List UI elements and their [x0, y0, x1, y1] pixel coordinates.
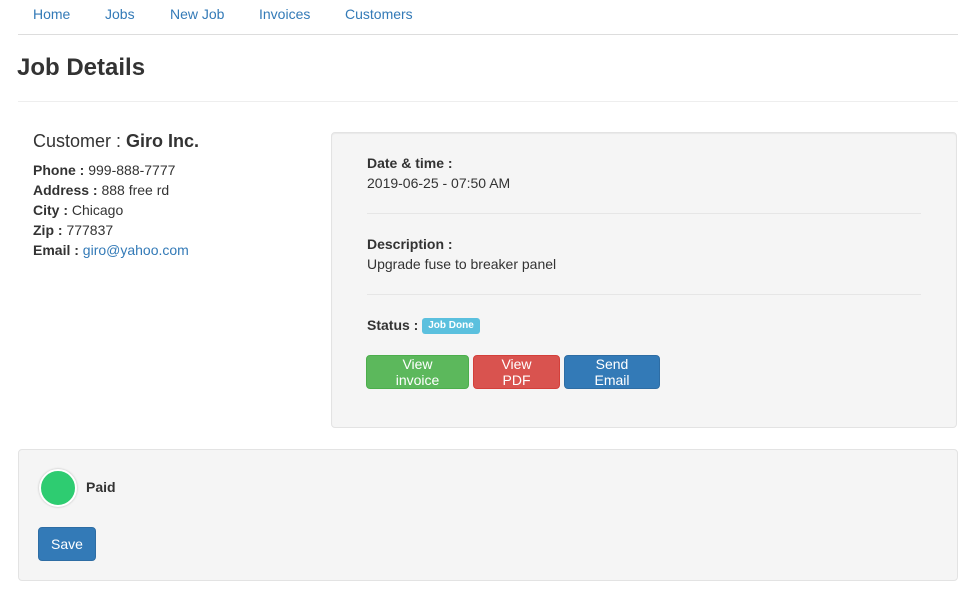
- email-link[interactable]: giro@yahoo.com: [83, 242, 189, 258]
- city-label: City :: [33, 202, 68, 218]
- nav-new-job[interactable]: New Job: [170, 6, 224, 22]
- customer-address-row: Address : 888 free rd: [33, 180, 199, 200]
- paid-toggle[interactable]: [39, 469, 77, 507]
- nav-jobs[interactable]: Jobs: [105, 6, 135, 22]
- phone-value: 999-888-7777: [88, 162, 176, 178]
- customer-zip-row: Zip : 777837: [33, 220, 199, 240]
- nav-customers[interactable]: Customers: [345, 6, 413, 22]
- phone-label: Phone :: [33, 162, 85, 178]
- status-label: Status :: [367, 317, 419, 333]
- datetime-label: Date & time :: [367, 155, 453, 171]
- save-button[interactable]: Save: [38, 527, 96, 561]
- customer-name: Giro Inc.: [126, 131, 200, 151]
- details-divider: [367, 294, 921, 295]
- zip-label: Zip :: [33, 222, 63, 238]
- payment-panel: Paid Save: [18, 449, 958, 581]
- customer-phone-row: Phone : 999-888-7777: [33, 160, 199, 180]
- title-divider: [18, 101, 958, 102]
- details-divider: [367, 213, 921, 214]
- address-value: 888 free rd: [101, 182, 170, 198]
- city-value: Chicago: [71, 202, 124, 218]
- datetime-section: Date & time : 2019-06-25 - 07:50 AM: [367, 153, 510, 193]
- top-nav: Home Jobs New Job Invoices Customers: [18, 0, 958, 35]
- address-label: Address :: [33, 182, 98, 198]
- status-section: Status : Job Done: [367, 315, 480, 335]
- description-label: Description :: [367, 236, 453, 252]
- customer-heading: Customer : Giro Inc.: [33, 131, 199, 152]
- nav-home[interactable]: Home: [33, 6, 70, 22]
- datetime-value: 2019-06-25 - 07:50 AM: [367, 175, 511, 191]
- customer-city-row: City : Chicago: [33, 200, 199, 220]
- customer-heading-label: Customer :: [33, 131, 122, 151]
- description-value: Upgrade fuse to breaker panel: [367, 256, 557, 272]
- view-pdf-button[interactable]: View PDF: [473, 355, 560, 389]
- description-section: Description : Upgrade fuse to breaker pa…: [367, 234, 556, 274]
- status-badge: Job Done: [422, 318, 480, 335]
- nav-invoices[interactable]: Invoices: [259, 6, 310, 22]
- zip-value: 777837: [66, 222, 114, 238]
- customer-info: Customer : Giro Inc. Phone : 999-888-777…: [33, 131, 199, 260]
- view-invoice-button[interactable]: View invoice: [366, 355, 469, 389]
- paid-label: Paid: [86, 479, 116, 495]
- send-email-button[interactable]: Send Email: [564, 355, 660, 389]
- job-details-panel: Date & time : 2019-06-25 - 07:50 AM Desc…: [331, 132, 957, 428]
- email-label: Email :: [33, 242, 79, 258]
- customer-email-row: Email : giro@yahoo.com: [33, 240, 199, 260]
- page-title: Job Details: [17, 54, 146, 81]
